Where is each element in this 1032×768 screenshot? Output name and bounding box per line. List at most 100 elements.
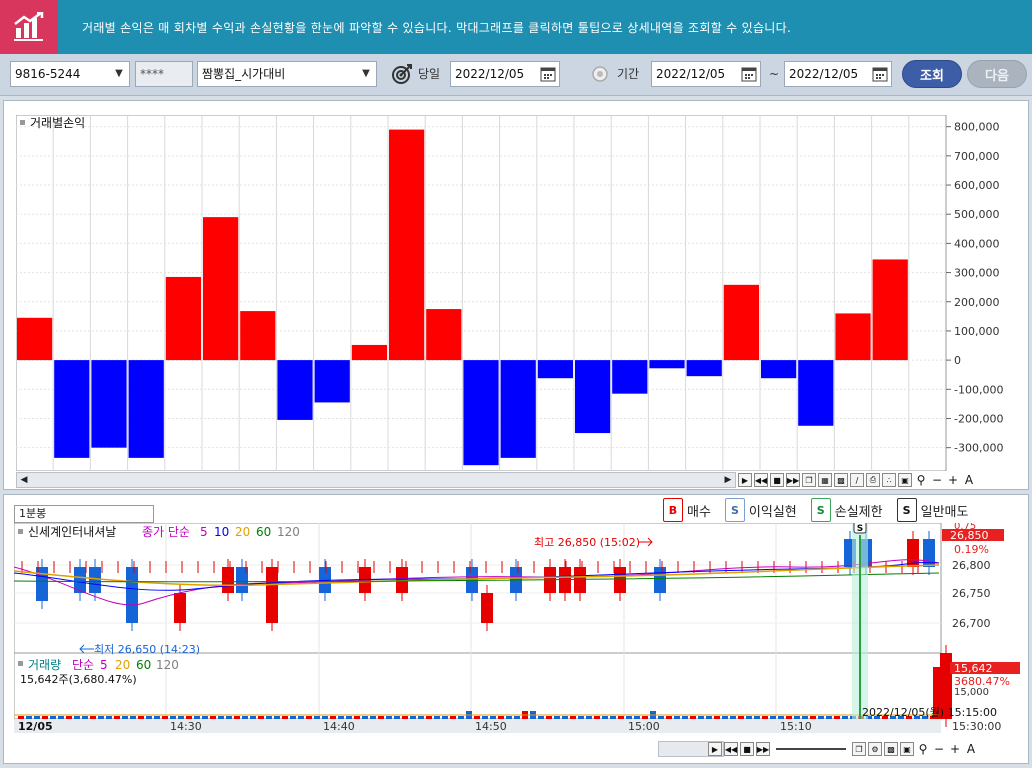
pnl-bar[interactable] <box>575 360 611 434</box>
candle-body[interactable] <box>654 567 666 593</box>
pnl-bar[interactable] <box>686 360 722 377</box>
period-to-input[interactable]: 2022/12/05 <box>784 61 892 87</box>
candle-body[interactable] <box>89 567 101 593</box>
search-button[interactable]: 조회 <box>902 60 962 88</box>
pnl-bar[interactable] <box>165 276 201 361</box>
zoom-in-icon[interactable]: + <box>948 742 962 756</box>
pnl-bar[interactable] <box>649 360 685 369</box>
pnl-bar[interactable] <box>128 360 164 458</box>
volume-bar <box>370 716 376 719</box>
scroll-left-icon[interactable]: ◀ <box>17 473 31 487</box>
zoom-icon[interactable]: ⚲ <box>914 473 928 487</box>
fast-forward-icon[interactable]: ▶▶ <box>756 742 770 756</box>
copy-icon[interactable]: ❐ <box>852 742 866 756</box>
zoom-icon[interactable]: ⚲ <box>916 742 930 756</box>
period-from-input[interactable]: 2022/12/05 <box>651 61 761 87</box>
price-axis: 26,850 0.75 0.19% 26,800 26,750 26,700 <box>942 523 1004 630</box>
rewind-icon[interactable]: ◀◀ <box>724 742 738 756</box>
pnl-bar[interactable] <box>351 344 387 361</box>
ma5-label: 5 <box>200 525 208 539</box>
volume-bar <box>794 716 800 719</box>
pnl-bar[interactable] <box>389 129 425 361</box>
image-icon[interactable]: ▣ <box>898 473 912 487</box>
today-date-input[interactable]: 2022/12/05 <box>450 61 560 87</box>
auto-scale-icon[interactable]: A <box>964 742 978 756</box>
image-icon[interactable]: ▣ <box>900 742 914 756</box>
volume-bar <box>578 716 584 719</box>
calendar-icon[interactable] <box>740 65 758 83</box>
volume-bar <box>178 716 184 719</box>
pnl-bar[interactable] <box>426 309 462 361</box>
volume-bar <box>218 716 224 719</box>
play-icon[interactable]: ▶ <box>738 473 752 487</box>
candle-body[interactable] <box>222 567 234 593</box>
strategy-select[interactable]: 짬뽕집_시가대비 ▼ <box>197 61 377 87</box>
price-volume-chart[interactable]: S 신세계인터내셔날 종가 단순 5 10 20 60 120 최고 26,85… <box>14 523 1026 745</box>
sell-signal-marker[interactable]: S <box>853 523 867 534</box>
ma120-label: 120 <box>277 525 300 539</box>
settings-icon[interactable]: ⚙ <box>868 742 882 756</box>
zoom-in-icon[interactable]: + <box>946 473 960 487</box>
pnl-bar[interactable] <box>761 360 797 379</box>
candle-body[interactable] <box>126 567 138 623</box>
layout-icon[interactable]: ▦ <box>818 473 832 487</box>
signal-legend: B 매수 S 이익실현 S 손실제한 S 일반매도 <box>649 497 968 523</box>
volume-ma-label: 단순 <box>72 658 94 672</box>
pnl-bar[interactable] <box>835 313 871 361</box>
calendar-icon[interactable] <box>539 65 557 83</box>
play-icon[interactable]: ▶ <box>708 742 722 756</box>
candle-body[interactable] <box>266 567 278 623</box>
calendar-icon[interactable] <box>871 65 889 83</box>
pnl-bar[interactable] <box>277 360 313 420</box>
pnl-bar[interactable] <box>203 217 239 361</box>
candle-body[interactable] <box>481 593 493 623</box>
pnl-bar[interactable] <box>314 360 350 403</box>
account-select[interactable]: 9816-5244 ▼ <box>10 61 130 87</box>
pnl-bar[interactable] <box>612 360 648 394</box>
stop-icon[interactable]: ■ <box>770 473 784 487</box>
stop-icon[interactable]: ■ <box>740 742 754 756</box>
chart-horizontal-scrollbar[interactable]: ◀ ▶ <box>16 472 736 488</box>
volume-bar <box>274 716 280 719</box>
rewind-icon[interactable]: ◀◀ <box>754 473 768 487</box>
print-icon[interactable]: ⎙ <box>866 473 880 487</box>
auto-scale-icon[interactable]: A <box>962 473 976 487</box>
pnl-bar[interactable] <box>798 360 834 426</box>
pnl-bar[interactable] <box>872 259 908 361</box>
next-button[interactable]: 다음 <box>967 60 1027 88</box>
candle-body[interactable] <box>614 567 626 593</box>
copy-icon[interactable]: ❐ <box>802 473 816 487</box>
pnl-bar[interactable] <box>54 360 90 458</box>
zoom-out-icon[interactable]: − <box>930 473 944 487</box>
interval-tab[interactable]: 1분봉 <box>14 505 154 523</box>
trend-line-icon[interactable]: ∕ <box>850 473 864 487</box>
volume-bar <box>106 716 112 719</box>
fast-forward-icon[interactable]: ▶▶ <box>786 473 800 487</box>
scroll-right-icon[interactable]: ▶ <box>721 473 735 487</box>
grid-icon[interactable]: ▩ <box>884 742 898 756</box>
chart-type-icon[interactable]: ∴ <box>882 473 896 487</box>
candle-body[interactable] <box>574 567 586 593</box>
pnl-bar-chart[interactable]: 800,000 700,000 600,000 500,000 400,000 300,0… <box>16 115 1016 471</box>
pnl-bar[interactable] <box>17 317 53 361</box>
zoom-slider[interactable] <box>776 748 846 750</box>
pnl-bar[interactable] <box>463 360 499 466</box>
pnl-bar[interactable] <box>537 360 573 379</box>
candle-body[interactable] <box>174 593 186 623</box>
pnl-bar[interactable] <box>500 360 536 458</box>
zoom-out-icon[interactable]: − <box>932 742 946 756</box>
volume-bar <box>338 716 344 719</box>
target-icon[interactable] <box>391 63 413 85</box>
volume-bar <box>546 716 552 719</box>
volume-bar <box>146 716 152 719</box>
password-field[interactable]: **** <box>135 61 193 87</box>
pnl-bar[interactable] <box>91 360 127 448</box>
volume-bar <box>698 716 704 719</box>
period-radio-icon[interactable] <box>591 65 609 83</box>
volume-bar <box>282 716 288 719</box>
grid-icon[interactable]: ▩ <box>834 473 848 487</box>
pnl-bar[interactable] <box>240 311 276 361</box>
volume-bar <box>242 716 248 719</box>
pnl-bar[interactable] <box>723 284 759 361</box>
today-label: 당일 <box>418 67 441 81</box>
